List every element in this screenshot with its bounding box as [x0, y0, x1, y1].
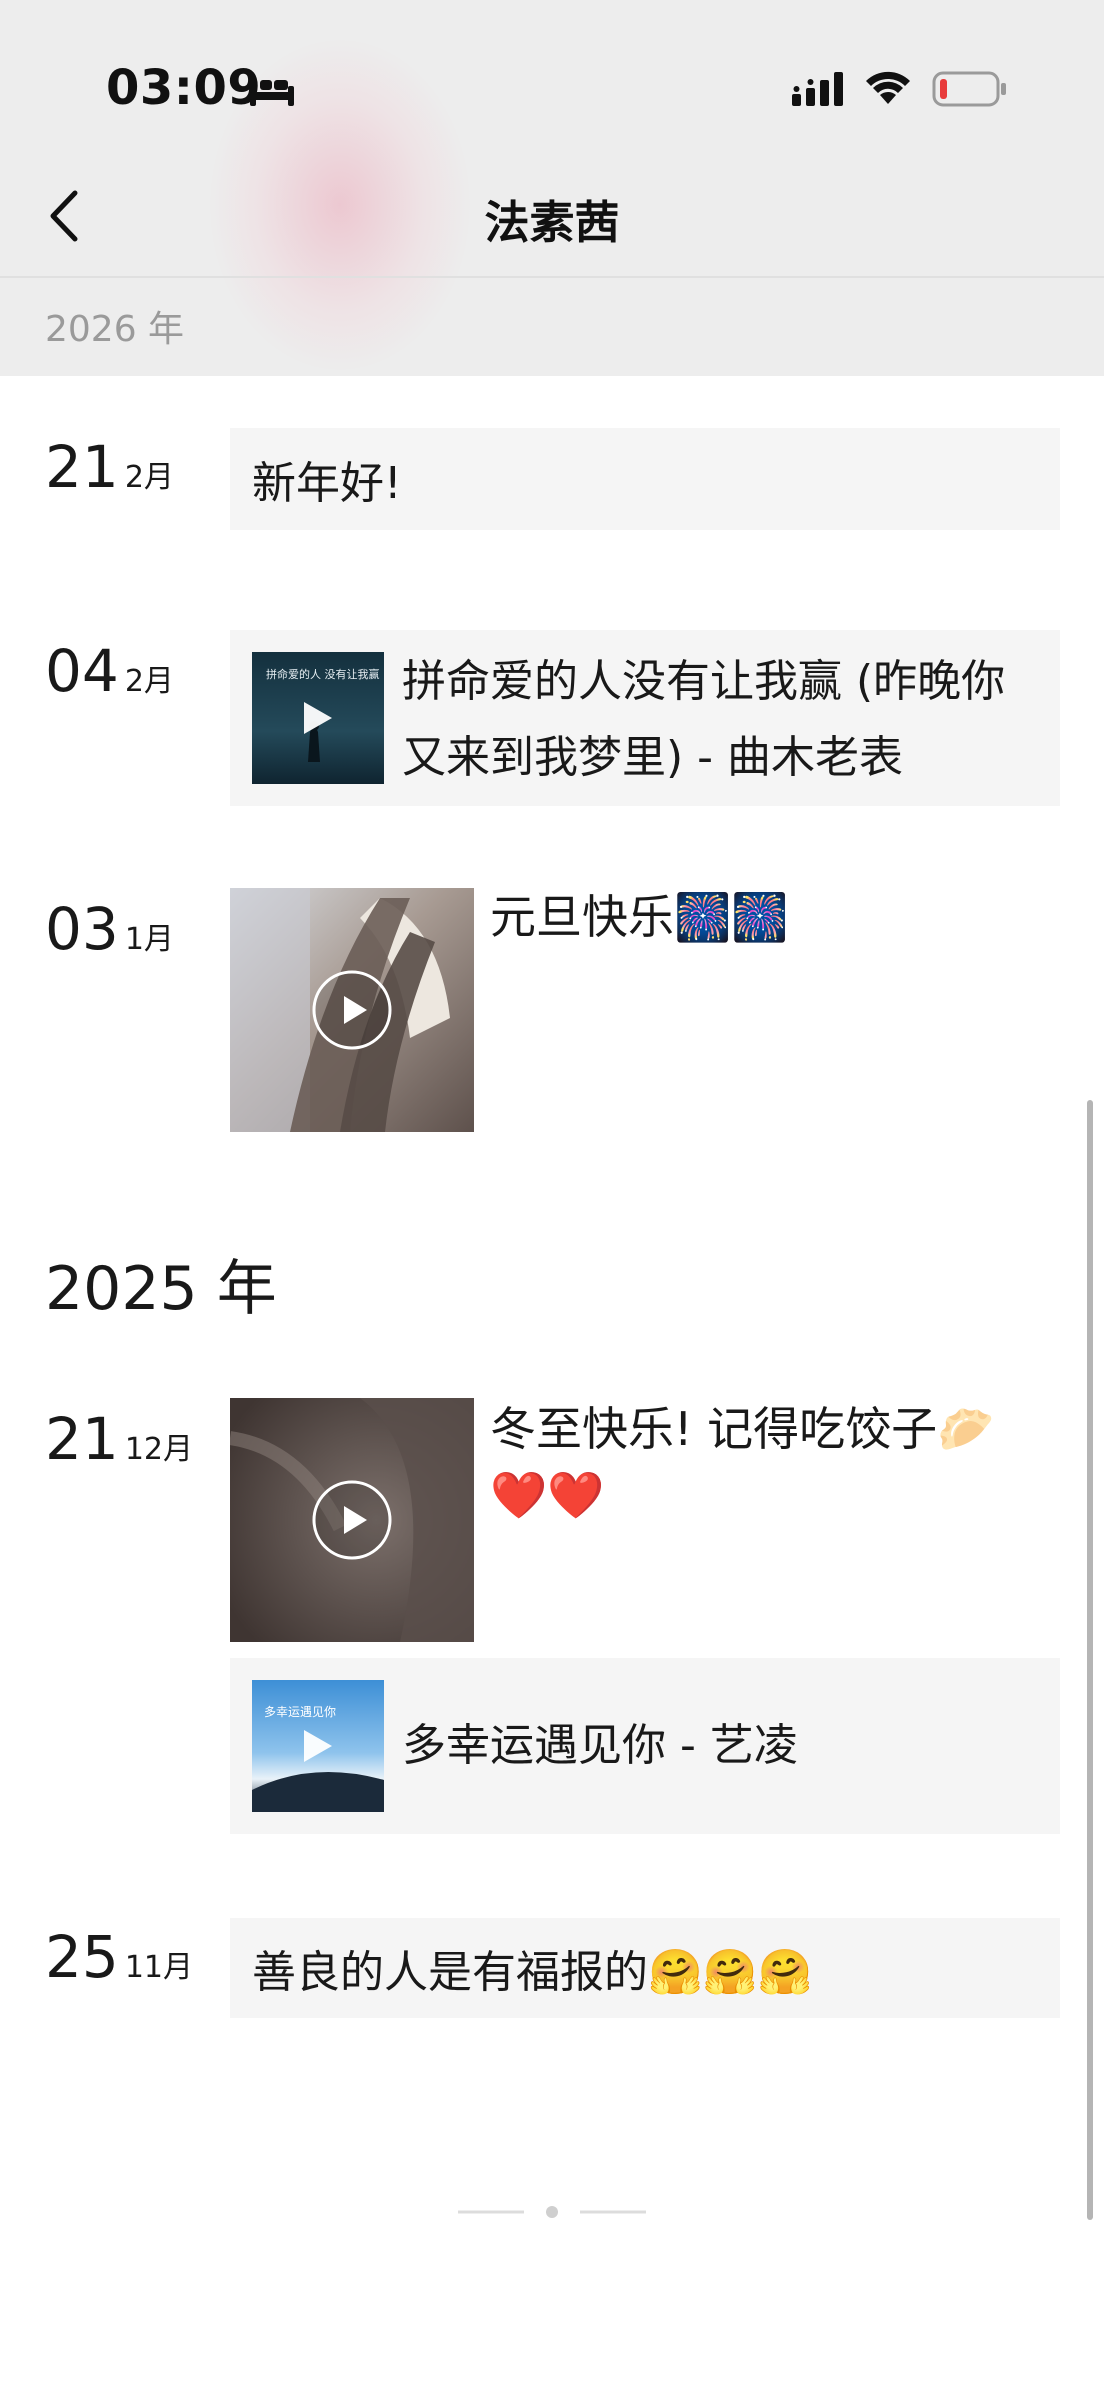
header-area: 03:09 法素茜 2026 年 — [0, 0, 1104, 376]
battery-low-icon — [932, 71, 1006, 107]
entry-day: 04 — [45, 637, 119, 705]
navigation-bar: 法素茜 — [0, 160, 1104, 278]
video-thumbnail[interactable] — [230, 888, 474, 1132]
music-title: 多幸运遇见你 - 艺凌 — [402, 1720, 798, 1771]
music-title: 拼命爱的人没有让我赢 (昨晚你又来到我梦里) - 曲木老表 — [402, 656, 1006, 783]
cover-text: 拼命爱的人 没有让我赢 — [266, 667, 380, 681]
scrollbar[interactable] — [1087, 1100, 1093, 2220]
music-share-card[interactable]: 多幸运遇见你 多幸运遇见你 - 艺凌 — [230, 1658, 1060, 1834]
page-title: 法素茜 — [484, 196, 620, 249]
entry-date: 04 2月 — [45, 642, 174, 700]
entry-day: 21 — [45, 433, 119, 501]
status-time: 03:09 — [106, 60, 262, 116]
status-bar: 03:09 — [0, 0, 1104, 160]
entry-date: 21 2月 — [45, 438, 174, 496]
text-post-card[interactable]: 善良的人是有福报的🤗🤗🤗 — [230, 1918, 1060, 2018]
entry-date: 03 1月 — [45, 900, 174, 958]
post-text: 新年好! — [252, 458, 402, 509]
sticky-year-label: 2026 年 — [45, 309, 185, 350]
entry-month: 12月 — [124, 1432, 193, 1467]
entry-month: 2月 — [124, 460, 174, 495]
sleep-focus-icon — [250, 76, 294, 106]
entry-month: 1月 — [124, 922, 174, 957]
entry-day: 25 — [45, 1923, 119, 1991]
entry-date: 21 12月 — [45, 1410, 193, 1468]
music-cover-image: 多幸运遇见你 — [252, 1680, 384, 1812]
post-text: 善良的人是有福报的🤗🤗🤗 — [252, 1947, 813, 1998]
play-icon — [312, 1480, 392, 1560]
video-thumbnail[interactable] — [230, 1398, 474, 1642]
entry-date: 25 11月 — [45, 1928, 193, 1986]
text-post-card[interactable]: 新年好! — [230, 428, 1060, 530]
post-text: 元旦快乐🎆🎆 — [490, 890, 789, 944]
post-text-line: 冬至快乐! 记得吃饺子🥟 — [490, 1402, 995, 1456]
year-header: 2025 年 — [45, 1254, 277, 1324]
cover-text: 多幸运遇见你 — [264, 1705, 336, 1719]
post-text-line: ❤️❤️ — [490, 1468, 605, 1522]
end-of-list-indicator — [458, 2206, 646, 2218]
entry-month: 11月 — [124, 1950, 193, 1985]
play-icon — [312, 970, 392, 1050]
wifi-icon — [866, 71, 910, 104]
music-cover-image: 拼命爱的人 没有让我赢 — [252, 652, 384, 784]
post-text: 冬至快乐! 记得吃饺子🥟 ❤️❤️ — [490, 1396, 994, 1528]
entry-day: 03 — [45, 895, 119, 963]
entry-month: 2月 — [124, 664, 174, 699]
cellular-signal-icon — [792, 72, 843, 106]
entry-day: 21 — [45, 1405, 119, 1473]
music-share-card[interactable]: 拼命爱的人 没有让我赢 拼命爱的人没有让我赢 (昨晚你又来到我梦里) - 曲木老… — [230, 630, 1060, 806]
